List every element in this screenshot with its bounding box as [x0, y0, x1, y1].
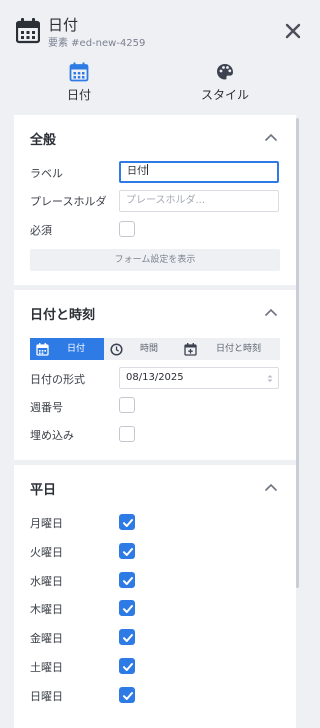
- checkmark-icon: [123, 663, 133, 671]
- week-number-label: 週番号: [30, 401, 63, 414]
- checkmark-icon: [123, 634, 133, 643]
- tab-date[interactable]: 日付: [19, 62, 139, 106]
- weekday-label: 土曜日: [30, 661, 63, 674]
- date-format-value: 08/13/2025: [126, 372, 184, 383]
- tab-bar: 日付 スタイル: [0, 56, 319, 110]
- embed-label: 埋め込み: [30, 429, 74, 442]
- weekday-label: 金曜日: [30, 632, 63, 646]
- checkmark-icon: [123, 605, 133, 614]
- weekday-checkbox[interactable]: [119, 542, 135, 559]
- palette-icon: [217, 64, 233, 80]
- required-field-label: 必須: [30, 224, 52, 237]
- clock-icon: [110, 343, 123, 356]
- weekday-checkbox[interactable]: [119, 658, 135, 674]
- weekday-label: 水曜日: [30, 574, 63, 588]
- section-title: 日付と時刻: [30, 308, 96, 323]
- calendar-plus-icon: [184, 343, 197, 356]
- date-format-label: 日付の形式: [30, 373, 85, 386]
- label-input-value: 日付: [127, 166, 147, 177]
- weekday-checkbox[interactable]: [119, 629, 135, 646]
- section-title: 平日: [30, 483, 57, 498]
- label-field-label: ラベル: [30, 167, 63, 180]
- tab-label: スタイル: [200, 88, 249, 102]
- general-section: 全般 ラベル 日付 プレースホルダ プレースホルダ... 必須 フォーム設定を表…: [14, 115, 296, 285]
- calendar-icon: [69, 62, 89, 82]
- segment-date-and-time[interactable]: 日付と時刻: [178, 338, 280, 360]
- placeholder-input[interactable]: プレースホルダ...: [119, 190, 279, 212]
- datetime-mode-selector: 日付 時間 日付と時刻: [30, 338, 280, 360]
- chevron-up-icon[interactable]: [264, 308, 278, 317]
- select-arrows-icon: [267, 375, 273, 382]
- panel-title: 日付: [48, 16, 79, 34]
- text-caret: [147, 164, 148, 175]
- section-title: 全般: [30, 133, 57, 148]
- tab-style[interactable]: スタイル: [165, 62, 285, 106]
- segment-label: 日付: [67, 344, 86, 354]
- panel-header: 日付 要素 #ed-new-4259: [0, 0, 319, 56]
- segment-label: 日付と時刻: [216, 344, 262, 354]
- weekday-checkbox[interactable]: [119, 514, 135, 530]
- required-checkbox[interactable]: [119, 221, 135, 237]
- weekday-checkbox[interactable]: [119, 571, 135, 588]
- datetime-section: 日付と時刻 日付 時間 日付と時刻 日付の形式 08/13/2025 週番号 埋…: [14, 290, 296, 460]
- chevron-up-icon[interactable]: [264, 133, 278, 142]
- date-format-select[interactable]: 08/13/2025: [119, 367, 279, 389]
- placeholder-field-label: プレースホルダ: [30, 195, 107, 208]
- close-icon[interactable]: [284, 22, 302, 40]
- weekday-label: 日曜日: [30, 689, 63, 703]
- weekday-checkbox[interactable]: [119, 686, 135, 703]
- weekday-label: 木曜日: [30, 603, 63, 617]
- weekday-label: 月曜日: [30, 517, 63, 530]
- checkmark-icon: [123, 691, 133, 700]
- weekday-checkbox[interactable]: [119, 600, 135, 617]
- tab-label: 日付: [66, 88, 91, 102]
- segment-time[interactable]: 時間: [104, 338, 178, 360]
- checkmark-icon: [123, 547, 133, 556]
- show-form-settings-button[interactable]: フォーム設定を表示: [30, 249, 280, 271]
- weekdays-section: 平日 月曜日火曜日水曜日木曜日金曜日土曜日日曜日: [14, 465, 296, 728]
- checkmark-icon: [123, 576, 133, 585]
- calendar-icon: [16, 18, 40, 44]
- chevron-up-icon[interactable]: [264, 483, 278, 492]
- weekday-label: 火曜日: [30, 545, 63, 559]
- segment-date[interactable]: 日付: [30, 338, 104, 360]
- label-input[interactable]: 日付: [119, 161, 279, 183]
- week-number-checkbox[interactable]: [119, 397, 135, 413]
- embed-checkbox[interactable]: [119, 426, 135, 442]
- scrollbar-thumb[interactable]: [296, 118, 299, 588]
- element-id: 要素 #ed-new-4259: [48, 38, 146, 49]
- segment-label: 時間: [140, 344, 159, 354]
- calendar-icon: [36, 343, 49, 356]
- checkmark-icon: [123, 519, 133, 527]
